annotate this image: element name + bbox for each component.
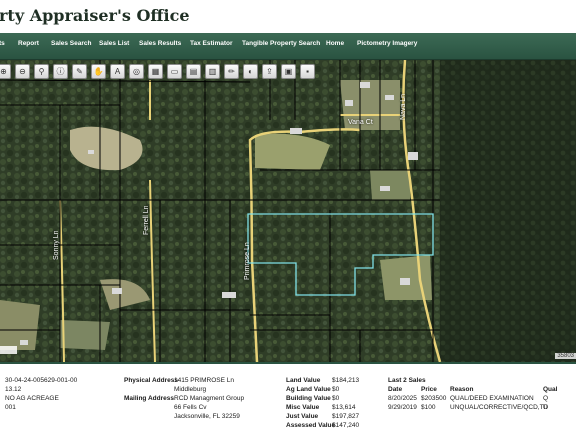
parcel-use-code: NO AG ACREAGE	[5, 395, 59, 402]
main-nav: ts Report Sales Search Sales List Sales …	[0, 33, 576, 60]
clear-icon[interactable]: ▭	[167, 64, 182, 79]
sale-price: $203500	[421, 395, 447, 402]
sale-date: 8/20/2025	[388, 395, 417, 402]
map-icon[interactable]: ▣	[281, 64, 296, 79]
export-icon[interactable]: ⇪	[262, 64, 277, 79]
zoom-in-icon[interactable]: ⊕	[0, 64, 11, 79]
value-amount: $184,213	[332, 377, 360, 384]
sales-header-price: Price	[421, 386, 437, 393]
mailing-address-label: Mailing Address	[124, 395, 174, 402]
value-label: Assessed Value	[286, 422, 336, 429]
print-icon[interactable]: ▥	[205, 64, 220, 79]
scale-bar	[0, 346, 17, 354]
road-label-nava-ln: Nava Ln	[400, 93, 407, 120]
search-icon[interactable]: ⚲	[34, 64, 49, 79]
layers-icon[interactable]: ▤	[186, 64, 201, 79]
measure-icon[interactable]: ✎	[72, 64, 87, 79]
pan-icon[interactable]: ✋	[91, 64, 106, 79]
parcel-id: 30-04-24-005629-001-00	[5, 377, 78, 384]
value-amount: $0	[332, 386, 340, 393]
value-amount: $13,614	[332, 404, 356, 411]
nav-item-sales-list[interactable]: Sales List	[99, 40, 129, 47]
nav-item-tax-estimator[interactable]: Tax Estimator	[190, 40, 233, 47]
value-label: Just Value	[286, 413, 319, 420]
title-bar: rty Appraiser's Office	[0, 0, 576, 33]
mailing-line-2: 66 Fells Cv	[174, 404, 207, 411]
zoom-out-icon[interactable]: ⊖	[15, 64, 30, 79]
value-label: Ag Land Value	[286, 386, 331, 393]
color-icon[interactable]: ◐	[243, 64, 258, 79]
page-title: rty Appraiser's Office	[0, 6, 190, 25]
sale-price: $100	[421, 404, 436, 411]
map-scale-text: 35803	[555, 353, 576, 359]
parcel-acreage: 13.12	[5, 386, 22, 393]
identify-icon[interactable]: ⓘ	[53, 64, 68, 79]
road-label-sonny-ln: Sonny Ln	[53, 230, 60, 260]
nav-item-pictometry-imagery[interactable]: Pictometry Imagery	[357, 40, 417, 47]
value-amount: $197,827	[332, 413, 360, 420]
sale-date: 9/29/2019	[388, 404, 417, 411]
physical-city: Middleburg	[174, 386, 207, 393]
sale-reason: QUAL/DEED EXAMINATION	[450, 395, 534, 402]
road-label-vana-ct: Vana Ct	[348, 119, 373, 126]
sale-qual: U	[543, 404, 548, 411]
sales-header-date: Date	[388, 386, 403, 393]
sale-qual: Q	[543, 395, 549, 402]
aerial-map[interactable]: Vana Ct Sonny Ln Ferrell Ln Primrose Ln …	[0, 60, 576, 362]
parcel-info-panel: 30-04-24-005629-001-00 13.12 NO AG ACREA…	[0, 362, 576, 434]
mailing-line-1: RCD Managment Group	[174, 395, 245, 402]
nav-item-tangible-property-search[interactable]: Tangible Property Search	[242, 40, 320, 47]
draw-icon[interactable]: ✏	[224, 64, 239, 79]
nav-item-report[interactable]: Report	[18, 40, 39, 47]
mailing-line-3: Jacksonville, FL 32259	[174, 413, 240, 420]
physical-address: 1415 PRIMROSE Ln	[174, 377, 234, 384]
map-toolbar: ⊕ ⊖ ⚲ ⓘ ✎ ✋ A ◎ ▦ ▭ ▤ ▥ ✏ ◐ ⇪ ▣ ▪	[0, 64, 318, 84]
nav-item-sales-search[interactable]: Sales Search	[51, 40, 91, 47]
physical-address-label: Physical Address	[124, 377, 178, 384]
sales-title: Last 2 Sales	[388, 377, 426, 384]
nav-item-sales-results[interactable]: Sales Results	[139, 40, 181, 47]
parcel-district: 001	[5, 404, 16, 411]
nav-item-home[interactable]: Home	[326, 40, 344, 47]
value-amount: $147,240	[332, 422, 360, 429]
value-amount: $0	[332, 395, 340, 402]
road-label-ferrell-ln: Ferrell Ln	[143, 205, 150, 235]
value-label: Building Value	[286, 395, 331, 402]
value-label: Misc Value	[286, 404, 320, 411]
value-label: Land Value	[286, 377, 321, 384]
sale-reason: UNQUAL/CORRECTIVE/QCD,TD	[450, 404, 549, 411]
select-icon[interactable]: ▦	[148, 64, 163, 79]
nav-item-reports[interactable]: ts	[0, 40, 5, 47]
save-icon[interactable]: ▪	[300, 64, 315, 79]
label-icon[interactable]: A	[110, 64, 125, 79]
sales-header-reason: Reason	[450, 386, 474, 393]
buffer-icon[interactable]: ◎	[129, 64, 144, 79]
sales-header-qual: Qual	[543, 386, 558, 393]
aerial-imagery	[0, 60, 576, 362]
road-label-primrose-ln: Primrose Ln	[244, 242, 251, 280]
